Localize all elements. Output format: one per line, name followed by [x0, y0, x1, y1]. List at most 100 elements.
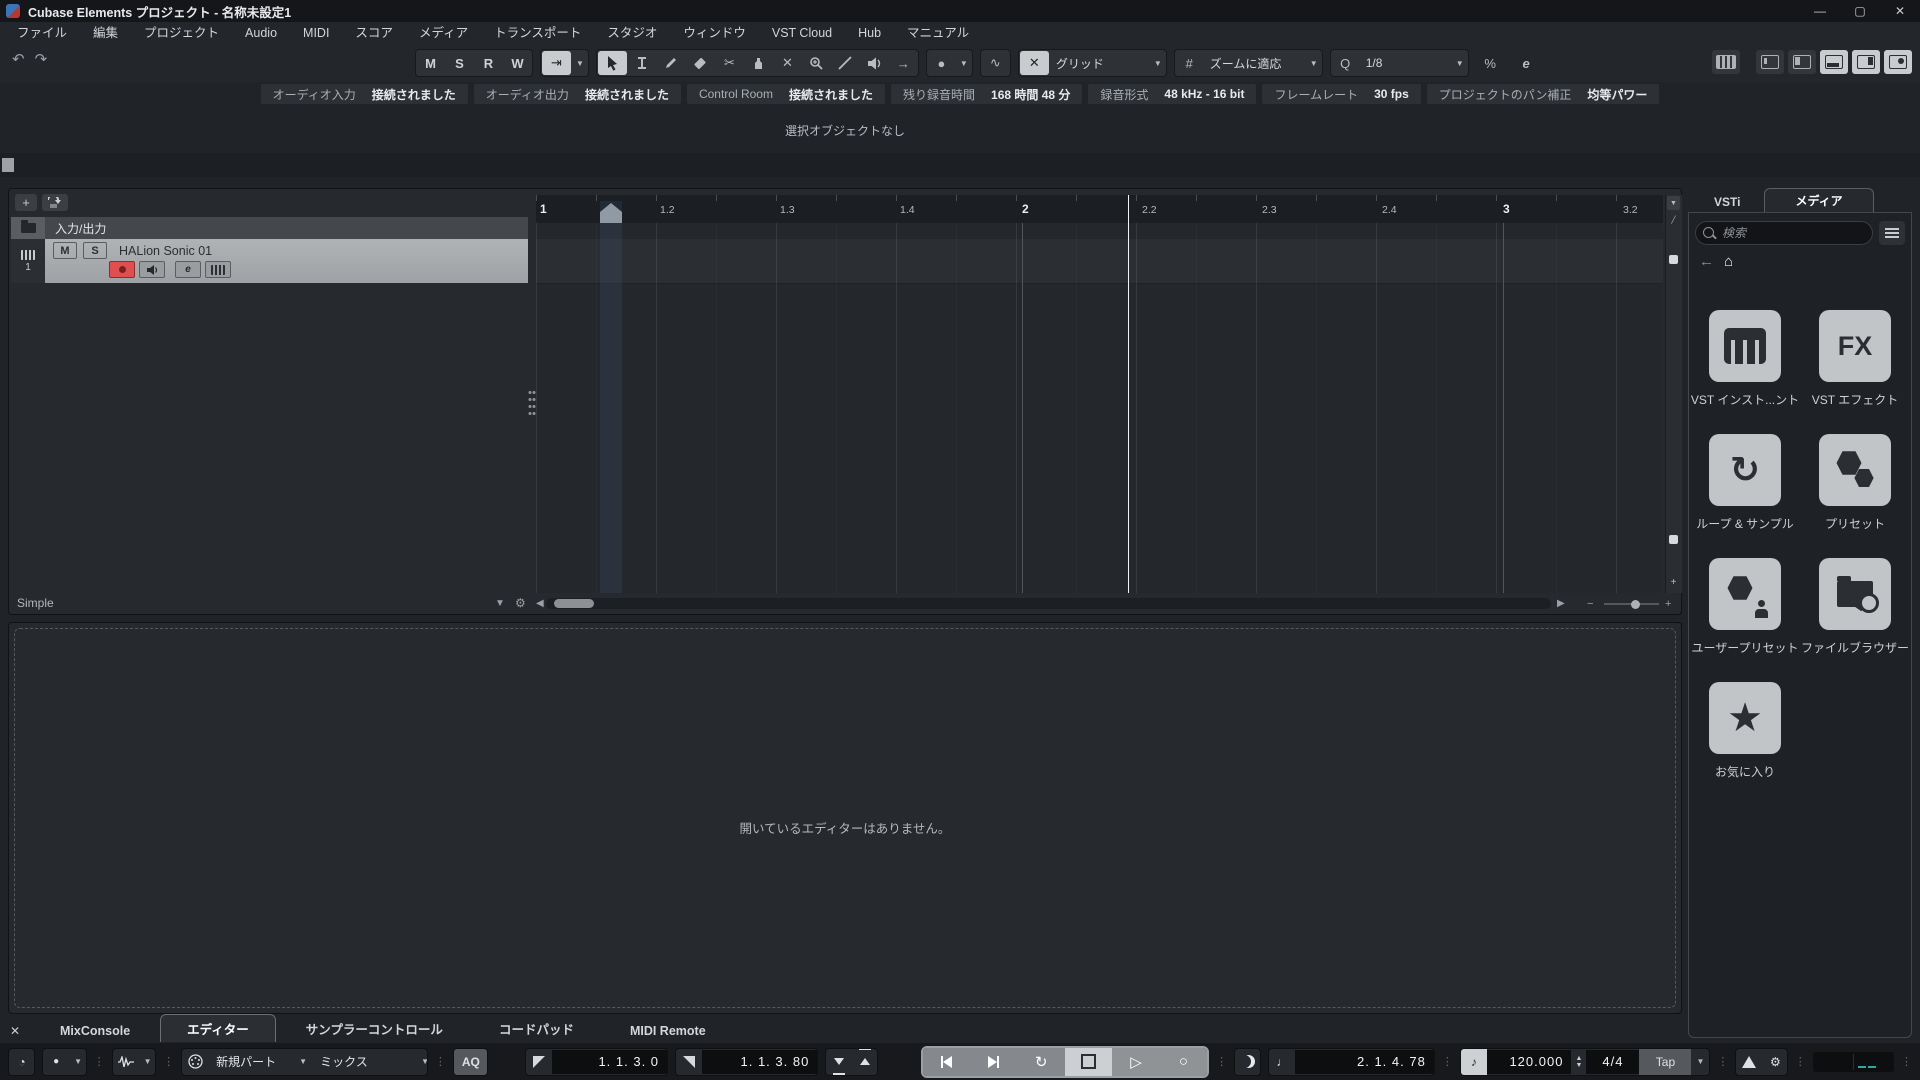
tab-chord-pads[interactable]: コードパッド: [473, 1015, 600, 1042]
horizontal-scroll-thumb[interactable]: [554, 599, 594, 608]
menu-project[interactable]: プロジェクト: [131, 22, 232, 44]
media-tile-favorites[interactable]: ★ お気に入り: [1696, 682, 1794, 780]
timeline-ruler[interactable]: 1 1.2 1.3 1.4 2 2.2 2.3 2.4 3 3.2: [536, 195, 1663, 224]
media-tile-file-browser[interactable]: ファイルブラウザー: [1801, 558, 1909, 656]
common-record-modes-icon[interactable]: ◔: [9, 1049, 34, 1075]
close-button[interactable]: ✕: [1880, 0, 1920, 22]
vertical-zoom-in-icon[interactable]: +: [1667, 575, 1680, 589]
snap-toggle-icon[interactable]: ✕: [1019, 51, 1049, 75]
punch-out-icon[interactable]: [852, 1048, 876, 1075]
workspace-settings-gear-icon[interactable]: ⚙: [515, 596, 526, 610]
tab-sampler-control[interactable]: サンプラーコントロール: [280, 1015, 469, 1042]
audio-record-mode-caret-icon[interactable]: ▼: [139, 1057, 156, 1066]
draw-tool[interactable]: [657, 51, 686, 75]
scroll-left-icon[interactable]: ◀: [536, 598, 544, 609]
tab-editor[interactable]: エディター: [160, 1014, 276, 1042]
tab-mixconsole[interactable]: MixConsole: [34, 1020, 156, 1042]
play-button[interactable]: ▷: [1112, 1047, 1160, 1076]
metronome-icon[interactable]: [1736, 1049, 1762, 1075]
range-selection-tool[interactable]: [628, 51, 657, 75]
autoscroll-caret-icon[interactable]: ▼: [572, 59, 588, 68]
control-room-status[interactable]: Control Room 接続されました: [686, 84, 885, 104]
back-arrow-icon[interactable]: ←: [1699, 253, 1714, 270]
menu-edit[interactable]: 編集: [80, 22, 131, 44]
redo-icon[interactable]: ↷: [35, 50, 48, 68]
primary-time-value[interactable]: 2. 1. 4. 78: [1295, 1049, 1434, 1074]
grid-type-icon[interactable]: #: [1175, 51, 1204, 75]
vertical-scroll-thumb[interactable]: [1669, 255, 1678, 264]
click-enable-icon[interactable]: [1235, 1049, 1260, 1075]
zoom-tool[interactable]: [802, 51, 831, 75]
iterative-quantize-icon[interactable]: %: [1476, 51, 1505, 75]
tab-media[interactable]: メディア: [1764, 188, 1874, 212]
menu-midi[interactable]: MIDI: [290, 22, 342, 44]
punch-in-icon[interactable]: [826, 1049, 852, 1075]
midi-record-mode-value[interactable]: 新規パート: [208, 1053, 294, 1070]
color-tool-icon[interactable]: ●: [927, 51, 956, 75]
frame-rate[interactable]: フレームレート 30 fps: [1262, 84, 1421, 104]
midi-mix-mode-value[interactable]: ミックス: [312, 1053, 416, 1070]
audio-output-status[interactable]: オーディオ出力 接続されました: [473, 84, 681, 104]
quantize-panel-icon[interactable]: e: [1512, 51, 1541, 75]
right-locator-flag-icon[interactable]: [676, 1049, 702, 1075]
midi-record-mode-caret-icon[interactable]: ▼: [294, 1057, 312, 1066]
quantize-icon[interactable]: Q: [1331, 51, 1360, 75]
event-display-grid[interactable]: [536, 195, 1663, 593]
glue-tool[interactable]: [744, 51, 773, 75]
object-selection-tool[interactable]: [597, 51, 627, 75]
record-mode-caret-icon[interactable]: ▼: [69, 1057, 86, 1066]
maximize-button[interactable]: ▢: [1840, 0, 1880, 22]
io-channels-header[interactable]: 入力/出力: [11, 217, 528, 239]
track-edit-button[interactable]: e: [175, 261, 201, 278]
zoom-out-icon[interactable]: −: [1587, 598, 1593, 610]
media-tile-presets[interactable]: プリセット: [1806, 434, 1904, 532]
tempo-caret-icon[interactable]: ▼: [1691, 1057, 1709, 1066]
horizontal-zoom-thumb[interactable]: [1631, 600, 1640, 609]
vertical-zoom-thumb[interactable]: [1669, 535, 1678, 544]
record-format[interactable]: 録音形式 48 kHz - 16 bit: [1088, 84, 1257, 104]
tempo-track-icon[interactable]: ♪: [1460, 1048, 1487, 1075]
left-locator-flag-icon[interactable]: [526, 1049, 552, 1075]
undo-icon[interactable]: ↶: [12, 50, 25, 68]
read-automation-button[interactable]: R: [474, 51, 503, 75]
write-automation-button[interactable]: W: [503, 51, 532, 75]
menu-window[interactable]: ウィンドウ: [670, 22, 759, 44]
menu-hub[interactable]: Hub: [845, 22, 894, 44]
menu-media[interactable]: メディア: [406, 22, 481, 44]
media-search-input[interactable]: [1695, 221, 1873, 245]
solo-all-button[interactable]: S: [445, 51, 474, 75]
minimize-button[interactable]: —: [1800, 0, 1840, 22]
home-icon[interactable]: ⌂: [1724, 253, 1733, 270]
auto-quantize-button[interactable]: AQ: [453, 1048, 487, 1075]
snap-type-caret-icon[interactable]: ▼: [1150, 59, 1166, 68]
media-tile-vst-effects[interactable]: FX VST エフェクト: [1806, 310, 1904, 408]
track-name[interactable]: HALion Sonic 01: [119, 244, 212, 258]
track-mute-button[interactable]: M: [53, 242, 77, 259]
snap-type-value[interactable]: グリッド: [1050, 55, 1150, 72]
track-monitor-button[interactable]: [139, 261, 165, 278]
tap-tempo-button[interactable]: Tap: [1639, 1048, 1692, 1075]
snap-zero-crossing-icon[interactable]: ∿: [981, 51, 1010, 75]
time-signature-value[interactable]: 4/4: [1586, 1049, 1640, 1074]
menu-vst-cloud[interactable]: VST Cloud: [759, 22, 845, 44]
vertical-scroll-strip[interactable]: ▼ ╱ +: [1665, 195, 1682, 593]
erase-tool[interactable]: [686, 51, 715, 75]
zoom-in-icon[interactable]: +: [1665, 598, 1671, 610]
left-zone-toggle-icon[interactable]: [1756, 50, 1784, 74]
stop-button[interactable]: [1064, 1047, 1113, 1076]
add-track-button[interactable]: +: [15, 193, 37, 211]
horizontal-scrollbar[interactable]: [546, 598, 1551, 609]
audio-record-mode-icon[interactable]: [113, 1049, 139, 1075]
quantize-caret-icon[interactable]: ▼: [1452, 59, 1468, 68]
mute-all-button[interactable]: M: [416, 51, 445, 75]
track-instrument-button[interactable]: [205, 261, 231, 278]
media-tile-vst-instruments[interactable]: VST インスト...ント: [1691, 310, 1799, 408]
window-layout-setup-icon[interactable]: [1884, 50, 1912, 74]
inspector-toggle-icon[interactable]: [1788, 50, 1816, 74]
tempo-stepper[interactable]: ▲ ▼: [1571, 1054, 1587, 1069]
track-halion-sonic[interactable]: 1 M S HALion Sonic 01 e: [11, 239, 528, 283]
media-tile-user-presets[interactable]: ユーザープリセット: [1691, 558, 1799, 656]
audio-input-status[interactable]: オーディオ入力 接続されました: [260, 84, 468, 104]
ruler-options-caret-icon[interactable]: ▼: [1667, 196, 1680, 210]
list-view-icon[interactable]: [1879, 221, 1905, 245]
